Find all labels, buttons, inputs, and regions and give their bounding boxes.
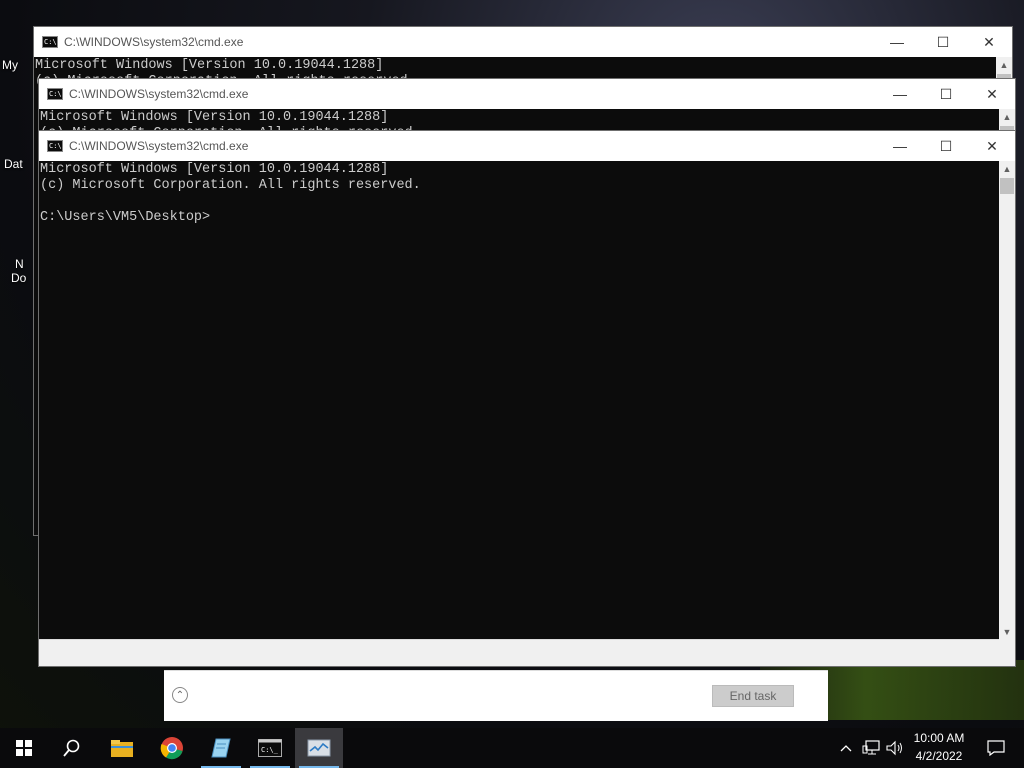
- desktop-icon-label[interactable]: N: [15, 257, 24, 271]
- minimize-button[interactable]: —: [874, 27, 920, 57]
- window-title: C:\WINDOWS\system32\cmd.exe: [64, 35, 244, 49]
- svg-text:C:\_: C:\_: [261, 746, 279, 754]
- volume-icon: [886, 740, 902, 756]
- scroll-up-arrow-icon[interactable]: ▲: [999, 109, 1015, 125]
- taskbar: C:\_ 10:00 AM 4/2/2022: [0, 728, 1024, 768]
- close-button[interactable]: ✕: [969, 79, 1015, 109]
- taskbar-cmd[interactable]: C:\_: [246, 728, 294, 768]
- cmd-icon: C:\: [47, 88, 63, 100]
- file-explorer-icon: [111, 740, 133, 757]
- clock-time[interactable]: 10:00 AM: [906, 731, 972, 745]
- chevron-up-icon: [840, 745, 852, 752]
- start-icon: [16, 740, 32, 756]
- start-button[interactable]: [0, 728, 48, 768]
- end-task-button[interactable]: End task: [712, 685, 794, 707]
- window-title: C:\WINDOWS\system32\cmd.exe: [69, 87, 249, 101]
- desktop-icon-label[interactable]: Dat: [4, 157, 23, 171]
- vertical-scrollbar[interactable]: ▲ ▼: [999, 161, 1015, 666]
- scroll-up-arrow-icon[interactable]: ▲: [999, 161, 1015, 177]
- network-button[interactable]: [860, 728, 882, 768]
- console-line: Microsoft Windows [Version 10.0.19044.12…: [35, 58, 384, 73]
- console-line: Microsoft Windows [Version 10.0.19044.12…: [40, 110, 389, 125]
- scroll-thumb[interactable]: [1000, 178, 1014, 194]
- window-title: C:\WINDOWS\system32\cmd.exe: [69, 139, 249, 153]
- task-manager-icon: [307, 739, 331, 757]
- volume-button[interactable]: [884, 728, 906, 768]
- horizontal-scrollbar[interactable]: [39, 639, 999, 666]
- taskbar-file-explorer[interactable]: [98, 728, 146, 768]
- fewer-details-icon[interactable]: ⌃: [172, 687, 188, 703]
- task-manager-window: ⌃ End task: [164, 670, 828, 721]
- console-prompt: C:\Users\VM5\Desktop>: [40, 210, 211, 225]
- console-line: (c) Microsoft Corporation. All rights re…: [40, 178, 421, 193]
- minimize-button[interactable]: —: [877, 79, 923, 109]
- title-bar[interactable]: C:\ C:\WINDOWS\system32\cmd.exe — ☐ ✕: [39, 79, 1015, 109]
- cmd-icon: C:\_: [258, 739, 282, 757]
- minimize-button[interactable]: —: [877, 131, 923, 161]
- notepad-icon: [211, 738, 231, 758]
- taskbar-notepad[interactable]: [197, 728, 245, 768]
- action-center-button[interactable]: [972, 728, 1020, 768]
- close-button[interactable]: ✕: [966, 27, 1012, 57]
- close-button[interactable]: ✕: [969, 131, 1015, 161]
- clock-date[interactable]: 4/2/2022: [906, 749, 972, 763]
- maximize-button[interactable]: ☐: [923, 131, 969, 161]
- scroll-down-arrow-icon[interactable]: ▼: [999, 624, 1015, 640]
- scroll-up-arrow-icon[interactable]: ▲: [996, 57, 1012, 73]
- taskbar-chrome[interactable]: [148, 728, 196, 768]
- search-button[interactable]: [48, 728, 96, 768]
- network-icon: [862, 740, 880, 755]
- title-bar[interactable]: C:\ C:\WINDOWS\system32\cmd.exe — ☐ ✕: [34, 27, 1012, 57]
- desktop-icon-label[interactable]: My: [2, 58, 18, 72]
- cmd-icon: C:\: [42, 36, 58, 48]
- cmd-window-3[interactable]: C:\ C:\WINDOWS\system32\cmd.exe — ☐ ✕ Mi…: [38, 130, 1016, 667]
- console-output[interactable]: Microsoft Windows [Version 10.0.19044.12…: [39, 161, 999, 640]
- title-bar[interactable]: C:\ C:\WINDOWS\system32\cmd.exe — ☐ ✕: [39, 131, 1015, 161]
- maximize-button[interactable]: ☐: [923, 79, 969, 109]
- cmd-icon: C:\: [47, 140, 63, 152]
- search-icon: [63, 739, 80, 757]
- chrome-icon: [160, 737, 183, 760]
- notification-icon: [987, 740, 1005, 756]
- maximize-button[interactable]: ☐: [920, 27, 966, 57]
- desktop-icon-label[interactable]: Do: [11, 271, 26, 285]
- show-hidden-icons-button[interactable]: [836, 728, 856, 768]
- taskbar-task-manager[interactable]: [295, 728, 343, 768]
- console-line: Microsoft Windows [Version 10.0.19044.12…: [40, 162, 389, 177]
